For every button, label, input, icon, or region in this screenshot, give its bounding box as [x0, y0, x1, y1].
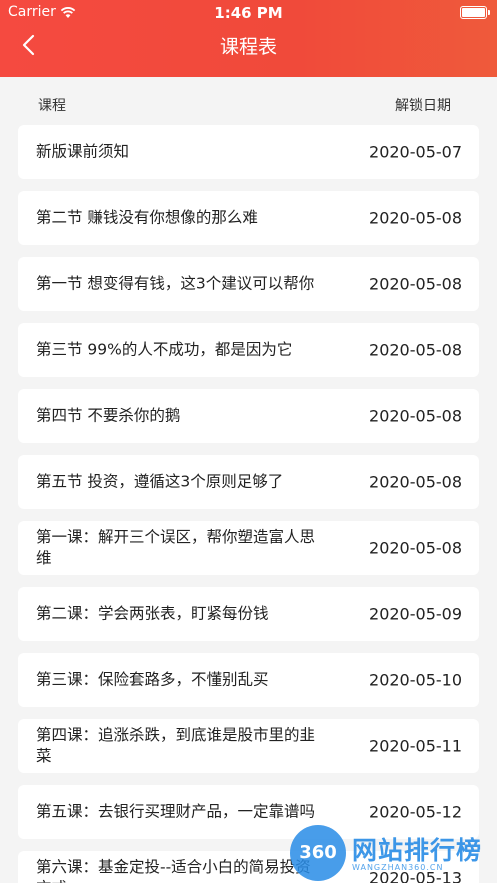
watermark-text: 网站排行榜 [352, 836, 483, 865]
course-date: 2020-05-11 [369, 736, 462, 756]
watermark-subtext: WANGZHAN360.CN [352, 863, 444, 872]
course-date: 2020-05-10 [369, 670, 462, 690]
course-name: 第四课：追涨杀跌，到底谁是股市里的韭菜 [36, 726, 316, 765]
course-row[interactable]: 第三课：保险套路多，不懂别乱买 2020-05-10 [18, 653, 479, 707]
navigation-bar: Carrier 1:46 PM 课程表 [0, 0, 497, 77]
course-row[interactable]: 第二节 赚钱没有你想像的那么难 2020-05-08 [18, 191, 479, 245]
course-row[interactable]: 第一课：解开三个误区，帮你塑造富人思维 2020-05-08 [18, 521, 479, 575]
course-name: 第四节 不要杀你的鹅 [36, 406, 181, 425]
watermark: 360 网站排行榜 WANGZHAN360.CN [290, 825, 497, 883]
course-row[interactable]: 新版课前须知 2020-05-07 [18, 125, 479, 179]
course-date: 2020-05-07 [369, 142, 462, 162]
course-date: 2020-05-08 [369, 538, 462, 558]
course-row[interactable]: 第四课：追涨杀跌，到底谁是股市里的韭菜 2020-05-11 [18, 719, 479, 773]
course-row[interactable]: 第五节 投资，遵循这3个原则足够了 2020-05-08 [18, 455, 479, 509]
course-name: 第二节 赚钱没有你想像的那么难 [36, 208, 258, 227]
course-date: 2020-05-08 [369, 208, 462, 228]
column-course: 课程 [38, 98, 66, 114]
course-date: 2020-05-12 [369, 802, 462, 822]
course-name: 第一课：解开三个误区，帮你塑造富人思维 [36, 528, 316, 567]
course-name: 第三节 99%的人不成功，都是因为它 [36, 340, 293, 359]
course-name: 新版课前须知 [36, 142, 130, 161]
course-list: 新版课前须知 2020-05-07 第二节 赚钱没有你想像的那么难 2020-0… [18, 125, 479, 883]
status-time: 1:46 PM [214, 4, 283, 22]
page-title: 课程表 [219, 36, 277, 58]
course-date: 2020-05-09 [369, 604, 462, 624]
course-name: 第一节 想变得有钱，这3个建议可以帮你 [36, 274, 315, 293]
course-date: 2020-05-08 [369, 340, 462, 360]
list-header: 课程 解锁日期 [0, 95, 497, 117]
course-name: 第五节 投资，遵循这3个原则足够了 [36, 472, 284, 491]
course-row[interactable]: 第二课：学会两张表，盯紧每份钱 2020-05-09 [18, 587, 479, 641]
course-row[interactable]: 第三节 99%的人不成功，都是因为它 2020-05-08 [18, 323, 479, 377]
course-name: 第六课：基金定投--适合小白的简易投资方式 [36, 858, 311, 883]
course-row[interactable]: 第一节 想变得有钱，这3个建议可以帮你 2020-05-08 [18, 257, 479, 311]
battery-icon [460, 6, 490, 19]
watermark-badge: 360 [290, 825, 346, 881]
status-bar: Carrier 1:46 PM [0, 0, 497, 26]
course-name: 第三课：保险套路多，不懂别乱买 [36, 670, 269, 689]
course-name: 第五课：去银行买理财产品，一定靠谱吗 [36, 802, 316, 821]
course-date: 2020-05-08 [369, 472, 462, 492]
course-date: 2020-05-08 [369, 406, 462, 426]
course-date: 2020-05-08 [369, 274, 462, 294]
course-name: 第二课：学会两张表，盯紧每份钱 [36, 604, 269, 623]
course-row[interactable]: 第四节 不要杀你的鹅 2020-05-08 [18, 389, 479, 443]
column-unlock-date: 解锁日期 [395, 98, 451, 114]
